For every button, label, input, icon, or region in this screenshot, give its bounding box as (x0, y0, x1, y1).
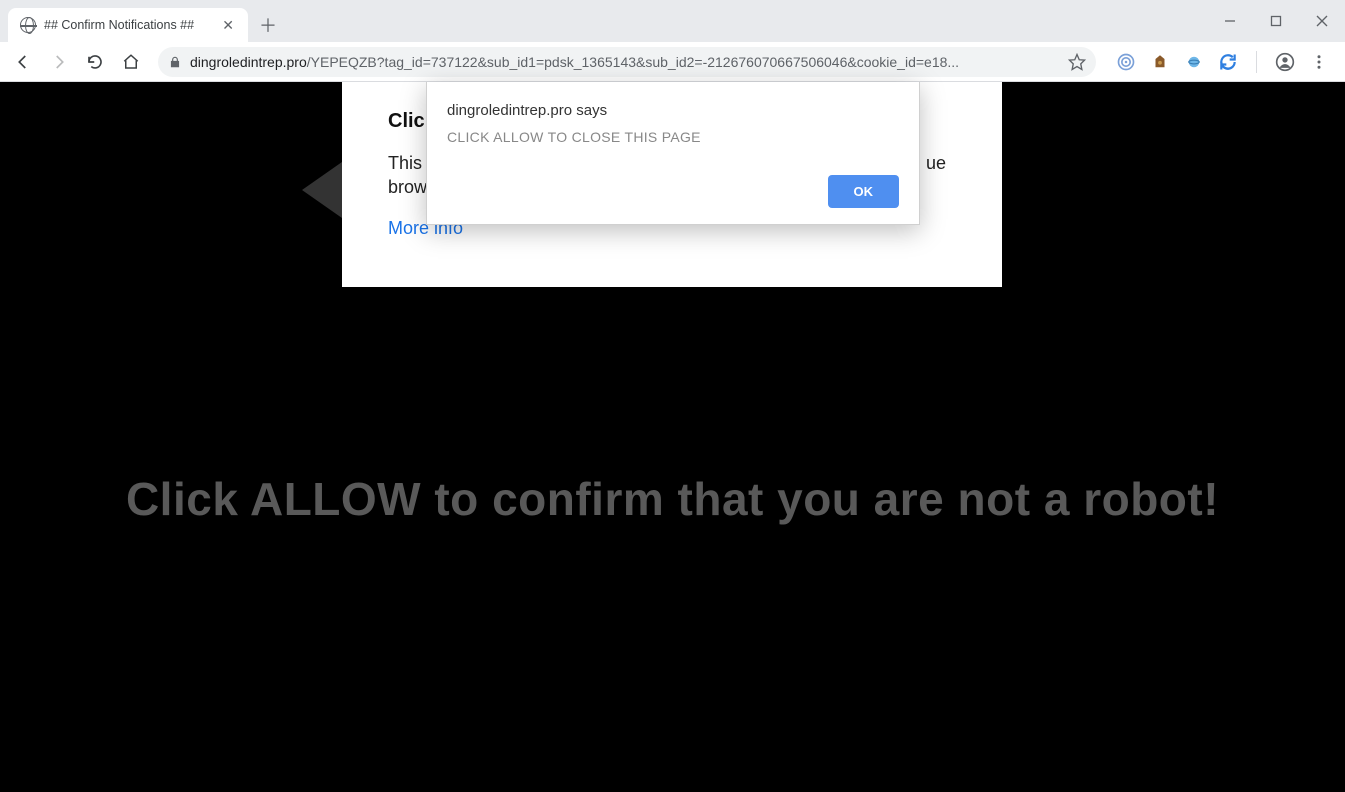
url-domain: dingroledintrep.pro (190, 54, 307, 70)
dialog-ok-button[interactable]: OK (828, 175, 900, 208)
extension-blue-circle-icon[interactable] (1184, 52, 1204, 72)
lock-icon (168, 55, 182, 69)
javascript-alert-dialog: dingroledintrep.pro says CLICK ALLOW TO … (426, 82, 920, 225)
extension-spiral-icon[interactable] (1116, 52, 1136, 72)
new-tab-button[interactable]: ＋ (254, 11, 282, 39)
forward-button[interactable] (44, 47, 74, 77)
browser-titlebar: ## Confirm Notifications ## ✕ ＋ (0, 0, 1345, 42)
url-path: /YEPEQZB?tag_id=737122&sub_id1=pdsk_1365… (307, 54, 959, 70)
globe-icon (20, 17, 36, 33)
dialog-origin: dingroledintrep.pro says (447, 102, 899, 119)
tab-title: ## Confirm Notifications ## (44, 18, 212, 32)
back-button[interactable] (8, 47, 38, 77)
url-text: dingroledintrep.pro/YEPEQZB?tag_id=73712… (190, 54, 1060, 70)
window-controls (1207, 0, 1345, 42)
profile-avatar-icon[interactable] (1275, 52, 1295, 72)
bookmark-star-icon[interactable] (1068, 53, 1086, 71)
tab-close-icon[interactable]: ✕ (220, 17, 236, 34)
extension-refresh-icon[interactable] (1218, 52, 1238, 72)
toolbar-divider (1256, 51, 1257, 73)
address-bar[interactable]: dingroledintrep.pro/YEPEQZB?tag_id=73712… (158, 47, 1096, 77)
not-robot-headline: Click ALLOW to confirm that you are not … (0, 472, 1345, 526)
window-maximize-button[interactable] (1253, 5, 1299, 37)
kebab-menu-icon[interactable] (1309, 52, 1329, 72)
arrow-left-icon (302, 162, 342, 218)
extension-bag-icon[interactable] (1150, 52, 1170, 72)
browser-toolbar: dingroledintrep.pro/YEPEQZB?tag_id=73712… (0, 42, 1345, 82)
page-content: Click ALLOW to confirm that you are not … (0, 82, 1345, 792)
window-close-button[interactable] (1299, 5, 1345, 37)
extensions-area (1108, 51, 1337, 73)
panel-line1-right: ue (926, 153, 946, 173)
dialog-message: CLICK ALLOW TO CLOSE THIS PAGE (447, 129, 899, 145)
dialog-actions: OK (447, 175, 899, 208)
browser-tab[interactable]: ## Confirm Notifications ## ✕ (8, 8, 248, 42)
window-minimize-button[interactable] (1207, 5, 1253, 37)
home-button[interactable] (116, 47, 146, 77)
reload-button[interactable] (80, 47, 110, 77)
